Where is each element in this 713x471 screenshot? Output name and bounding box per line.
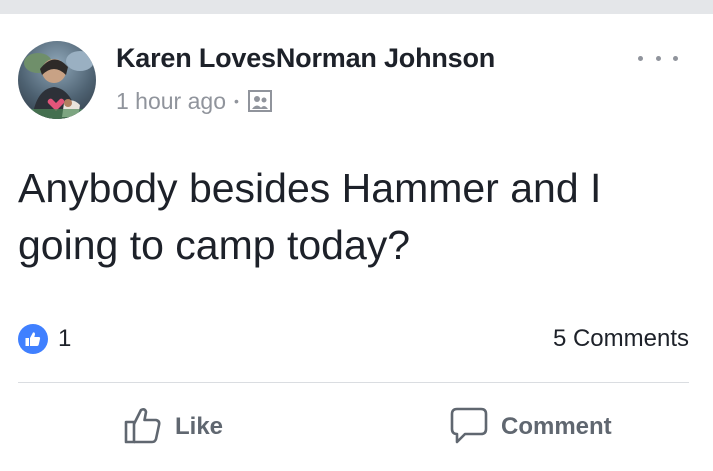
reaction-count: 1 — [58, 325, 72, 352]
like-reaction-icon — [18, 324, 48, 354]
more-dot — [673, 55, 678, 61]
timestamp[interactable]: 1 hour ago — [116, 88, 226, 115]
comment-button[interactable]: Comment — [449, 406, 612, 448]
like-label: Like — [175, 413, 224, 440]
comment-label: Comment — [501, 413, 612, 440]
meta-separator: • — [233, 93, 239, 109]
action-divider — [18, 382, 689, 383]
avatar-photo — [18, 51, 96, 119]
comments-count-link[interactable]: 5 Comments — [553, 325, 689, 353]
avatar[interactable] — [18, 41, 96, 119]
post-text: Anybody besides Hammer and I going to ca… — [18, 165, 602, 268]
more-options-icon[interactable] — [638, 48, 678, 68]
author-name[interactable]: Karen LovesNorman Johnson — [116, 43, 495, 74]
more-dot — [655, 55, 661, 61]
thumbs-up-icon — [123, 405, 163, 450]
post-meta: 1 hour ago • — [116, 87, 273, 115]
more-dot — [638, 55, 643, 61]
reactions-summary[interactable]: 1 — [18, 324, 71, 354]
friends-photo-icon — [247, 89, 273, 113]
speech-bubble-icon — [449, 405, 489, 450]
like-button[interactable]: Like — [123, 406, 223, 448]
top-strip — [0, 0, 713, 14]
